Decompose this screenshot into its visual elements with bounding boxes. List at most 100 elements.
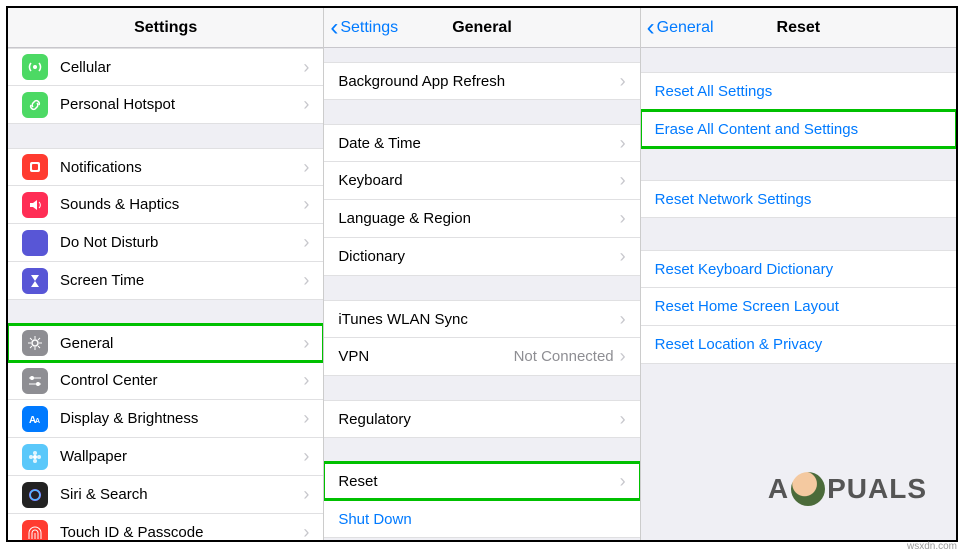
row-value: Not Connected [514,348,614,365]
row-label: Reset Location & Privacy [655,336,942,353]
row-vpn[interactable]: VPNNot Connected › [324,338,639,376]
row-label: Reset All Settings [655,83,942,100]
bell-icon [22,154,48,180]
chevron-right-icon: › [303,522,309,540]
settings-group: Erase All Content and Settings [641,110,956,148]
row-display[interactable]: AA Display & Brightness› [8,400,323,438]
row-siri[interactable]: Siri & Search› [8,476,323,514]
row-regulatory[interactable]: Regulatory› [324,400,639,438]
row-label: Sounds & Haptics [60,196,303,213]
triptych: SettingsCellular›Personal Hotspot›Notifi… [6,6,958,542]
row-label: Cellular [60,59,303,76]
logo-head-icon [791,472,825,506]
reset-panel: ‹GeneralResetReset All SettingsErase All… [640,8,956,540]
row-dict[interactable]: Dictionary› [324,238,639,276]
chevron-right-icon: › [303,333,309,354]
speaker-icon [22,192,48,218]
nav-title: Settings [134,19,197,37]
settings-group: Reset Network Settings [641,180,956,218]
chevron-right-icon: › [620,71,626,92]
chevron-right-icon: › [620,409,626,430]
settings-group: Reset Keyboard Dictionary Reset Home Scre… [641,250,956,364]
row-cellular[interactable]: Cellular› [8,48,323,86]
back-button[interactable]: ‹Settings [330,16,398,40]
general-panel: ‹Settings General Background App Refresh› D… [323,8,639,540]
row-label: Regulatory [338,411,619,428]
row-dnd[interactable]: Do Not Disturb› [8,224,323,262]
settings-group: Reset› [324,462,639,500]
link-icon [22,92,48,118]
row-wallpaper[interactable]: Wallpaper› [8,438,323,476]
row-resetloc[interactable]: Reset Location & Privacy [641,326,956,364]
row-label: Erase All Content and Settings [655,121,942,138]
row-label: VPN [338,348,513,365]
back-button[interactable]: ‹General [647,16,714,40]
chevron-right-icon: › [303,270,309,291]
row-hotspot[interactable]: Personal Hotspot› [8,86,323,124]
navbar: Settings [8,8,323,48]
gear-icon [22,330,48,356]
settings-panel: SettingsCellular›Personal Hotspot›Notifi… [8,8,323,540]
row-touchid[interactable]: Touch ID & Passcode› [8,514,323,540]
row-sounds[interactable]: Sounds & Haptics› [8,186,323,224]
row-label: Wallpaper [60,448,303,465]
row-controlcenter[interactable]: Control Center› [8,362,323,400]
row-label: Display & Brightness [60,410,303,427]
row-reset[interactable]: Reset› [324,462,639,500]
row-resetnet[interactable]: Reset Network Settings [641,180,956,218]
row-shutdown[interactable]: Shut Down [324,500,639,538]
row-label: Language & Region [338,210,619,227]
row-keyboard[interactable]: Keyboard› [324,162,639,200]
chevron-right-icon: › [303,57,309,78]
appuals-logo: APUALS [768,472,927,506]
row-datetime[interactable]: Date & Time› [324,124,639,162]
navbar: ‹Settings General [324,8,639,48]
row-label: Do Not Disturb [60,234,303,251]
chevron-right-icon: › [620,170,626,191]
row-label: Reset [338,473,619,490]
row-label: Date & Time [338,135,619,152]
chevron-left-icon: ‹ [647,16,655,40]
chevron-right-icon: › [303,408,309,429]
chevron-right-icon: › [620,246,626,267]
row-general[interactable]: General› [8,324,323,362]
chevron-right-icon: › [303,446,309,467]
row-label: Reset Network Settings [655,191,942,208]
settings-group: Reset All Settings [641,72,956,110]
finger-icon [22,520,48,541]
settings-group: Date & Time›Keyboard›Language & Region›D… [324,124,639,276]
settings-group: iTunes WLAN Sync› VPNNot Connected › [324,300,639,376]
moon-icon [22,230,48,256]
row-resetall[interactable]: Reset All Settings [641,72,956,110]
row-label: Notifications [60,159,303,176]
flower-icon [22,444,48,470]
row-resethome[interactable]: Reset Home Screen Layout [641,288,956,326]
chevron-left-icon: ‹ [330,16,338,40]
chevron-right-icon: › [620,346,626,367]
row-label: Touch ID & Passcode [60,524,303,540]
back-label: General [657,19,714,37]
row-itunes[interactable]: iTunes WLAN Sync› [324,300,639,338]
row-label: General [60,335,303,352]
row-lang[interactable]: Language & Region› [324,200,639,238]
settings-group: General›Control Center›AADisplay & Brigh… [8,324,323,540]
chevron-right-icon: › [620,471,626,492]
row-bgrefresh[interactable]: Background App Refresh› [324,62,639,100]
nav-title: General [452,19,512,37]
sliders-icon [22,368,48,394]
row-label: Shut Down [338,511,625,528]
text-icon: AA [22,406,48,432]
row-label: iTunes WLAN Sync [338,311,619,328]
row-notifications[interactable]: Notifications› [8,148,323,186]
chevron-right-icon: › [303,370,309,391]
row-eraseall[interactable]: Erase All Content and Settings [641,110,956,148]
chevron-right-icon: › [303,232,309,253]
back-label: Settings [340,19,398,37]
row-label: Keyboard [338,172,619,189]
row-label: Screen Time [60,272,303,289]
row-resetkb[interactable]: Reset Keyboard Dictionary [641,250,956,288]
svg-text:A: A [35,418,40,425]
row-screentime[interactable]: Screen Time› [8,262,323,300]
row-label: Reset Keyboard Dictionary [655,261,942,278]
chevron-right-icon: › [303,157,309,178]
